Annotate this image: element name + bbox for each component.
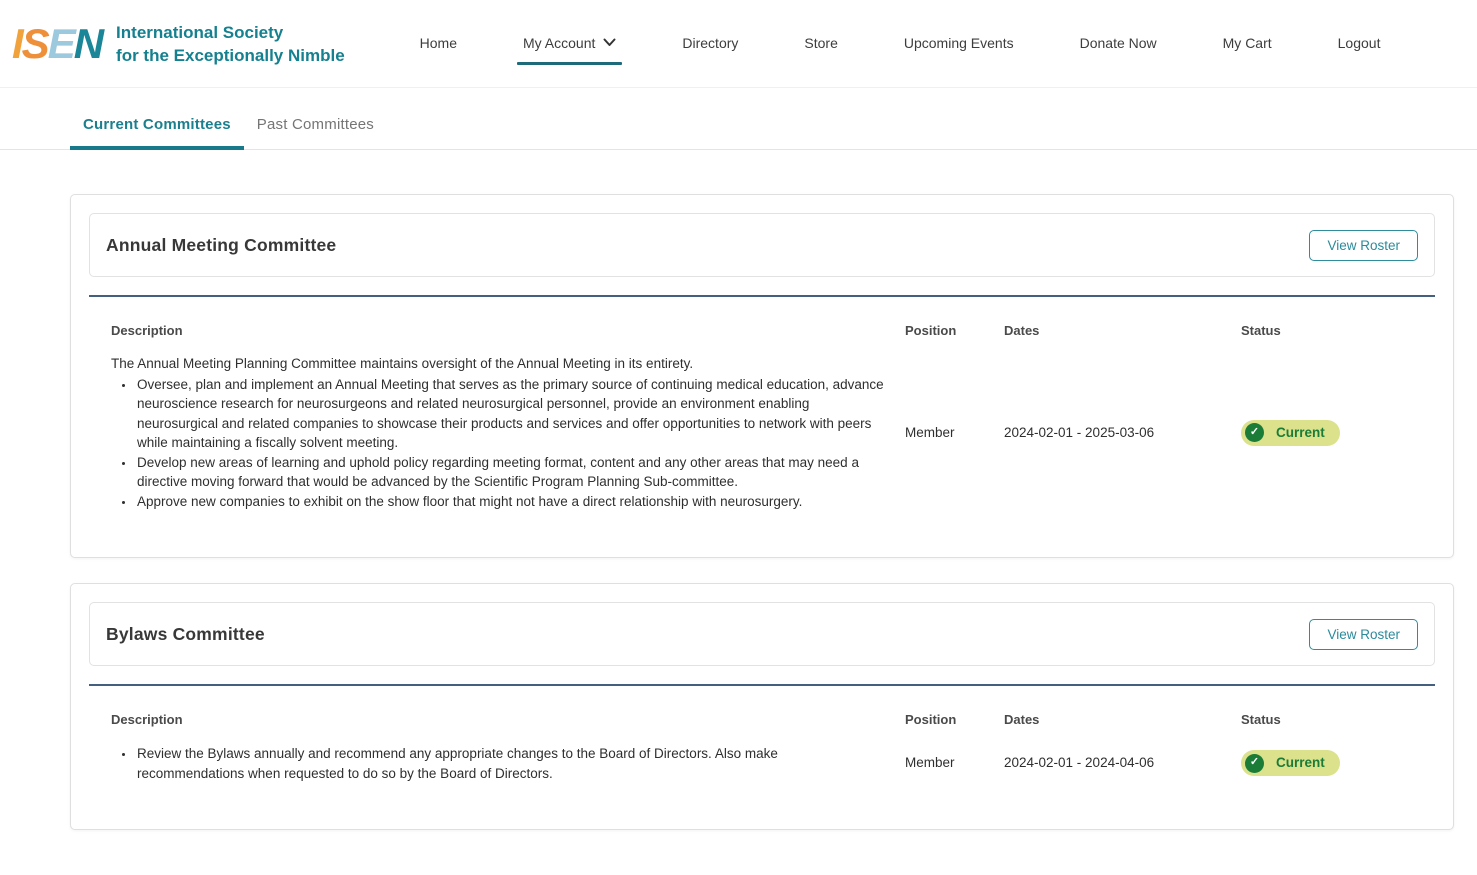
view-roster-button[interactable]: View Roster <box>1309 230 1418 261</box>
col-header-dates: Dates <box>1004 323 1241 338</box>
committees-tabs: Current Committees Past Committees <box>0 104 1477 150</box>
col-header-status: Status <box>1241 712 1413 727</box>
status-badge-label: Current <box>1276 753 1325 773</box>
description-bullet: Oversee, plan and implement an Annual Me… <box>135 375 885 453</box>
nav-label: Donate Now <box>1080 35 1157 51</box>
main-nav: Home My Account Directory Store Upcoming… <box>387 23 1414 65</box>
committee-card-header: Bylaws Committee View Roster <box>89 602 1435 666</box>
status-badge: ✓ Current <box>1241 420 1340 446</box>
view-roster-button[interactable]: View Roster <box>1309 619 1418 650</box>
col-header-description: Description <box>111 712 905 727</box>
nav-label: Store <box>804 35 837 51</box>
status-cell: ✓ Current <box>1241 750 1413 776</box>
membership-row: Review the Bylaws annually and recommend… <box>111 743 1413 783</box>
active-nav-underline <box>517 62 622 65</box>
org-name-line2: for the Exceptionally Nimble <box>116 45 345 67</box>
nav-label: My Account <box>523 35 595 51</box>
committee-name: Bylaws Committee <box>106 624 265 645</box>
nav-item-logout[interactable]: Logout <box>1338 23 1381 65</box>
col-header-status: Status <box>1241 323 1413 338</box>
logo-letter: S <box>22 20 48 67</box>
top-navigation-bar: ISEN International Society for the Excep… <box>0 0 1477 88</box>
isen-logo-mark: ISEN <box>12 23 116 65</box>
nav-item-directory[interactable]: Directory <box>682 23 738 65</box>
committee-card-bylaws: Bylaws Committee View Roster Description… <box>70 583 1454 830</box>
description-bullet: Approve new companies to exhibit on the … <box>135 492 885 512</box>
org-name-line1: International Society <box>116 22 345 44</box>
description-bullets: Oversee, plan and implement an Annual Me… <box>111 375 885 512</box>
logo-letter: E <box>48 20 74 67</box>
tab-current-committees[interactable]: Current Committees <box>70 104 244 150</box>
membership-table: Description Position Dates Status The An… <box>89 297 1435 557</box>
checkmark-icon: ✓ <box>1245 754 1264 773</box>
membership-row: The Annual Meeting Planning Committee ma… <box>111 354 1413 511</box>
description-bullet: Develop new areas of learning and uphold… <box>135 453 885 492</box>
nav-item-home[interactable]: Home <box>420 23 457 65</box>
committee-card-header: Annual Meeting Committee View Roster <box>89 213 1435 277</box>
membership-table: Description Position Dates Status Review… <box>89 686 1435 829</box>
committee-name: Annual Meeting Committee <box>106 235 336 256</box>
org-name: International Society for the Exceptiona… <box>116 20 345 66</box>
status-badge-label: Current <box>1276 423 1325 443</box>
status-cell: ✓ Current <box>1241 420 1413 446</box>
col-header-dates: Dates <box>1004 712 1241 727</box>
committee-description: The Annual Meeting Planning Committee ma… <box>111 354 905 511</box>
position-value: Member <box>905 753 1004 773</box>
col-header-position: Position <box>905 712 1004 727</box>
tab-past-committees[interactable]: Past Committees <box>244 104 387 150</box>
nav-item-my-account[interactable]: My Account <box>523 23 616 65</box>
nav-item-my-cart[interactable]: My Cart <box>1223 23 1272 65</box>
nav-item-store[interactable]: Store <box>804 23 837 65</box>
table-header-row: Description Position Dates Status <box>111 323 1413 338</box>
chevron-down-icon <box>603 38 616 47</box>
logo-letter: I <box>12 20 22 67</box>
dates-value: 2024-02-01 - 2025-03-06 <box>1004 423 1241 443</box>
nav-label: Logout <box>1338 35 1381 51</box>
description-bullets: Review the Bylaws annually and recommend… <box>111 744 885 783</box>
committee-description: Review the Bylaws annually and recommend… <box>111 743 905 783</box>
nav-label: Home <box>420 35 457 51</box>
checkmark-icon: ✓ <box>1245 423 1264 442</box>
table-header-row: Description Position Dates Status <box>111 712 1413 727</box>
committees-list: Annual Meeting Committee View Roster Des… <box>0 150 1477 875</box>
description-intro: The Annual Meeting Planning Committee ma… <box>111 354 885 374</box>
description-bullet: Review the Bylaws annually and recommend… <box>135 744 885 783</box>
nav-label: Upcoming Events <box>904 35 1014 51</box>
nav-label: Directory <box>682 35 738 51</box>
position-value: Member <box>905 423 1004 443</box>
col-header-position: Position <box>905 323 1004 338</box>
committee-card-annual-meeting: Annual Meeting Committee View Roster Des… <box>70 194 1454 558</box>
isen-logo[interactable]: ISEN International Society for the Excep… <box>12 20 345 66</box>
nav-item-donate-now[interactable]: Donate Now <box>1080 23 1157 65</box>
dates-value: 2024-02-01 - 2024-04-06 <box>1004 753 1241 773</box>
nav-label: My Cart <box>1223 35 1272 51</box>
status-badge: ✓ Current <box>1241 750 1340 776</box>
col-header-description: Description <box>111 323 905 338</box>
logo-letter: N <box>74 20 102 67</box>
nav-item-upcoming-events[interactable]: Upcoming Events <box>904 23 1014 65</box>
